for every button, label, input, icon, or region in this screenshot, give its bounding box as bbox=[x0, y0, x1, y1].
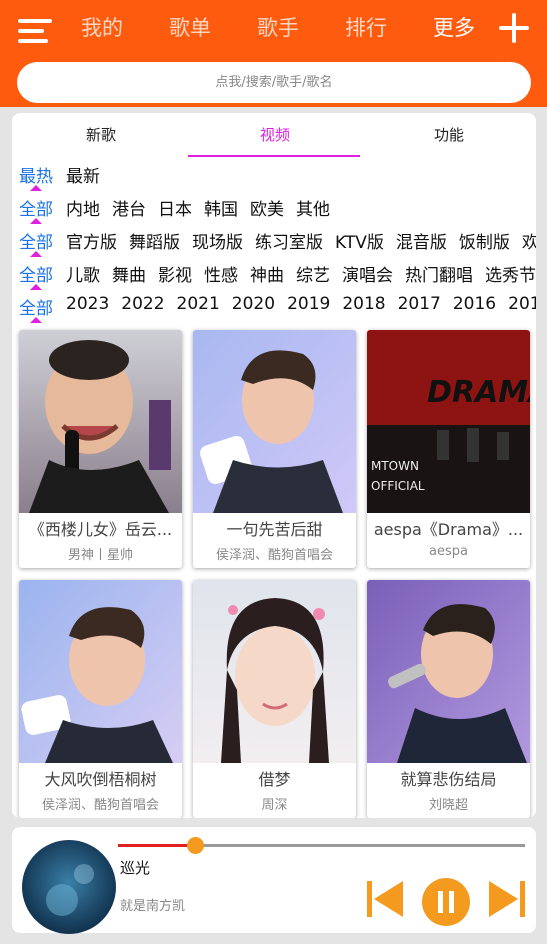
video-thumbnail bbox=[193, 330, 356, 513]
video-thumbnail bbox=[193, 580, 356, 763]
video-title: 《西楼儿女》岳云... bbox=[28, 520, 173, 539]
song-title: 巡光 bbox=[120, 859, 151, 877]
thumb-mtown-text: MTOWN bbox=[371, 459, 419, 473]
filter-option[interactable]: 官方版 bbox=[66, 233, 117, 253]
filter-option[interactable]: 内地 bbox=[66, 200, 100, 220]
nav-singers[interactable]: 歌手 bbox=[257, 13, 299, 43]
nav-my[interactable]: 我的 bbox=[81, 13, 123, 43]
video-card[interactable]: 一句先苦后甜 侯泽润、酷狗首唱会 bbox=[193, 330, 356, 568]
video-card[interactable]: 《西楼儿女》岳云... 男神丨星帅 bbox=[19, 330, 182, 568]
filter-option[interactable]: 最新 bbox=[66, 167, 100, 187]
song-artist: 就是南方凯 bbox=[120, 899, 186, 914]
filter-option[interactable]: 综艺 bbox=[296, 266, 330, 286]
nav-playlists[interactable]: 歌单 bbox=[169, 13, 211, 43]
filter-option[interactable]: 练习室版 bbox=[255, 233, 323, 253]
video-thumbnail bbox=[367, 580, 530, 763]
filter-option[interactable]: 韩国 bbox=[204, 200, 238, 220]
previous-icon[interactable] bbox=[365, 879, 407, 919]
filter-option[interactable]: 2021 bbox=[177, 294, 220, 314]
video-subtitle: 侯泽润、酷狗首唱会 bbox=[215, 548, 333, 563]
video-subtitle: 刘晓超 bbox=[428, 798, 468, 813]
video-card[interactable]: 大风吹倒梧桐树 侯泽润、酷狗首唱会 bbox=[19, 580, 182, 818]
thumb-official-text: OFFICIAL bbox=[371, 479, 425, 493]
filter-option[interactable]: 2016 bbox=[453, 294, 496, 314]
filter-option[interactable]: 其他 bbox=[296, 200, 330, 220]
nav-more[interactable]: 更多 bbox=[433, 13, 475, 43]
progress-fill bbox=[118, 844, 195, 847]
filter-option[interactable]: 饭制版 bbox=[459, 233, 510, 253]
filter-option[interactable]: 2023 bbox=[66, 294, 109, 314]
filter-option[interactable]: 2020 bbox=[232, 294, 275, 314]
video-title: 大风吹倒梧桐树 bbox=[44, 770, 157, 789]
filter-row-sort: 最热 最新 bbox=[12, 158, 536, 191]
video-title: 借梦 bbox=[258, 770, 291, 789]
filter-option[interactable]: 演唱会 bbox=[342, 266, 393, 286]
filter-label[interactable]: 全部 bbox=[19, 195, 53, 220]
pause-icon[interactable] bbox=[421, 877, 471, 927]
video-subtitle: aespa bbox=[429, 544, 468, 559]
nav-charts[interactable]: 排行 bbox=[345, 13, 387, 43]
filter-option[interactable]: 欧美 bbox=[250, 200, 284, 220]
thumb-logo-text: DRAMA bbox=[427, 375, 530, 410]
video-subtitle: 男神丨星帅 bbox=[67, 548, 133, 563]
album-cover[interactable] bbox=[22, 840, 116, 934]
video-card[interactable]: 就算悲伤结局 刘晓超 bbox=[367, 580, 530, 818]
tab-functions[interactable]: 功能 bbox=[362, 113, 536, 157]
filter-row-genre: 全部 儿歌 舞曲 影视 性感 神曲 综艺 演唱会 热门翻唱 选秀节 bbox=[12, 257, 536, 290]
video-thumbnail bbox=[19, 330, 182, 513]
top-bar: 我的 歌单 歌手 排行 更多 点我/搜索/歌手/歌名 bbox=[0, 0, 547, 107]
filter-option[interactable]: 2022 bbox=[121, 294, 164, 314]
menu-icon[interactable] bbox=[18, 16, 52, 46]
filter-option[interactable]: 热门翻唱 bbox=[405, 266, 473, 286]
video-title: 一句先苦后甜 bbox=[226, 520, 323, 539]
filter-option[interactable]: 舞曲 bbox=[112, 266, 146, 286]
caret-up-icon bbox=[30, 317, 42, 323]
filter-option[interactable]: 2017 bbox=[398, 294, 441, 314]
filter-option[interactable]: 舞蹈版 bbox=[129, 233, 180, 253]
progress-handle[interactable] bbox=[187, 837, 204, 854]
video-title: aespa《Drama》... bbox=[373, 520, 524, 539]
tab-videos[interactable]: 视频 bbox=[188, 113, 362, 157]
video-subtitle: 侯泽润、酷狗首唱会 bbox=[41, 798, 159, 813]
filter-option[interactable]: 混音版 bbox=[396, 233, 447, 253]
filter-row-region: 全部 内地 港台 日本 韩国 欧美 其他 bbox=[12, 191, 536, 224]
video-subtitle: 周深 bbox=[261, 798, 288, 813]
video-panel: 新歌 视频 功能 最热 最新 全部 内地 港台 日本 韩国 欧美 其他 全部 官方版 舞蹈版… bbox=[12, 113, 536, 818]
video-thumbnail: DRAMA MTOWN OFFICIAL bbox=[367, 330, 530, 513]
filter-option[interactable]: 2019 bbox=[287, 294, 330, 314]
filter-option[interactable]: 儿歌 bbox=[66, 266, 100, 286]
search-input[interactable]: 点我/搜索/歌手/歌名 bbox=[17, 62, 531, 103]
tab-underline bbox=[188, 155, 360, 157]
filter-row-version: 全部 官方版 舞蹈版 现场版 练习室版 KTV版 混音版 饭制版欢 bbox=[12, 224, 536, 257]
video-card[interactable]: DRAMA MTOWN OFFICIAL aespa《Drama》... aes… bbox=[367, 330, 530, 568]
filter-option[interactable]: 神曲 bbox=[250, 266, 284, 286]
tab-new-songs[interactable]: 新歌 bbox=[14, 113, 188, 157]
filter-label[interactable]: 全部 bbox=[19, 228, 53, 253]
video-title: 就算悲伤结局 bbox=[400, 770, 497, 789]
filter-label[interactable]: 全部 bbox=[19, 294, 53, 319]
plus-icon[interactable] bbox=[499, 13, 529, 43]
filter-label[interactable]: 全部 bbox=[19, 261, 53, 286]
filter-option[interactable]: 2015 bbox=[508, 294, 536, 314]
filter-option[interactable]: 性感 bbox=[204, 266, 238, 286]
video-card[interactable]: 借梦 周深 bbox=[193, 580, 356, 818]
filter-label[interactable]: 最热 bbox=[19, 162, 53, 187]
filter-option[interactable]: 现场版 bbox=[192, 233, 243, 253]
filter-option[interactable]: 影视 bbox=[158, 266, 192, 286]
filter-option[interactable]: 欢 bbox=[522, 233, 536, 253]
video-thumbnail bbox=[19, 580, 182, 763]
filter-option[interactable]: 日本 bbox=[158, 200, 192, 220]
filter-option[interactable]: KTV版 bbox=[335, 233, 384, 253]
filter-row-year: 全部 2023202220212020201920182017201620152 bbox=[12, 290, 536, 323]
filter-option[interactable]: 港台 bbox=[112, 200, 146, 220]
mini-player[interactable]: 巡光 就是南方凯 bbox=[12, 827, 536, 934]
filter-option[interactable]: 选秀节 bbox=[485, 266, 536, 286]
next-icon[interactable] bbox=[485, 879, 527, 919]
filter-option[interactable]: 2018 bbox=[342, 294, 385, 314]
